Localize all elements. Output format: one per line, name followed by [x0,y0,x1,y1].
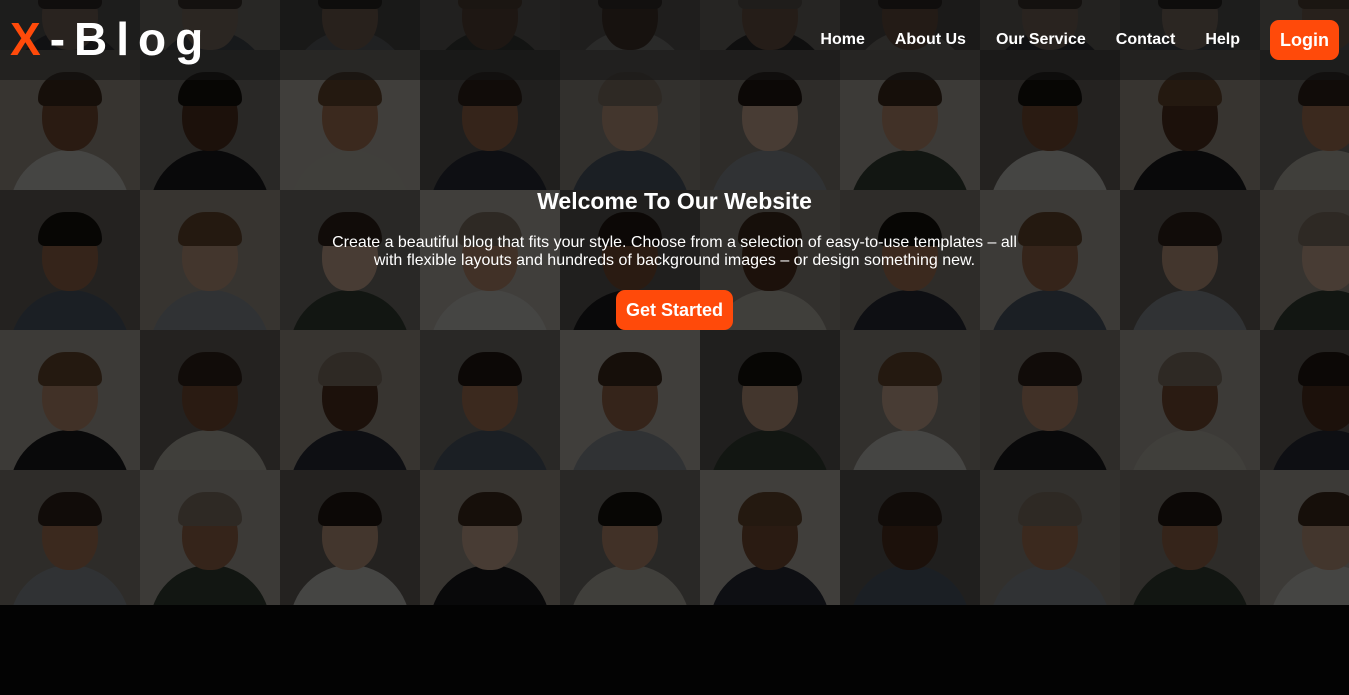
site-logo[interactable]: X-Blog [10,8,212,70]
top-navbar: X-Blog Home About Us Our Service Contact… [0,0,1349,80]
get-started-button[interactable]: Get Started [615,290,734,330]
nav-link-contact[interactable]: Contact [1116,31,1176,49]
nav-link-home[interactable]: Home [820,31,864,49]
hero-content: Welcome To Our Website Create a beautifu… [0,186,1349,330]
hero-section: X-Blog Home About Us Our Service Contact… [0,0,1349,605]
login-button[interactable]: Login [1270,20,1339,60]
nav-link-about-us[interactable]: About Us [895,31,966,49]
nav-link-our-service[interactable]: Our Service [996,31,1086,49]
nav-link-help[interactable]: Help [1205,31,1240,49]
hero-title: Welcome To Our Website [537,188,812,214]
page-bottom-area [0,605,1349,695]
logo-text: -Blog [49,13,213,65]
nav-menu: Home About Us Our Service Contact Help L… [820,20,1339,60]
logo-accent-letter: X [10,13,50,65]
hero-description: Create a beautiful blog that fits your s… [332,234,1017,269]
